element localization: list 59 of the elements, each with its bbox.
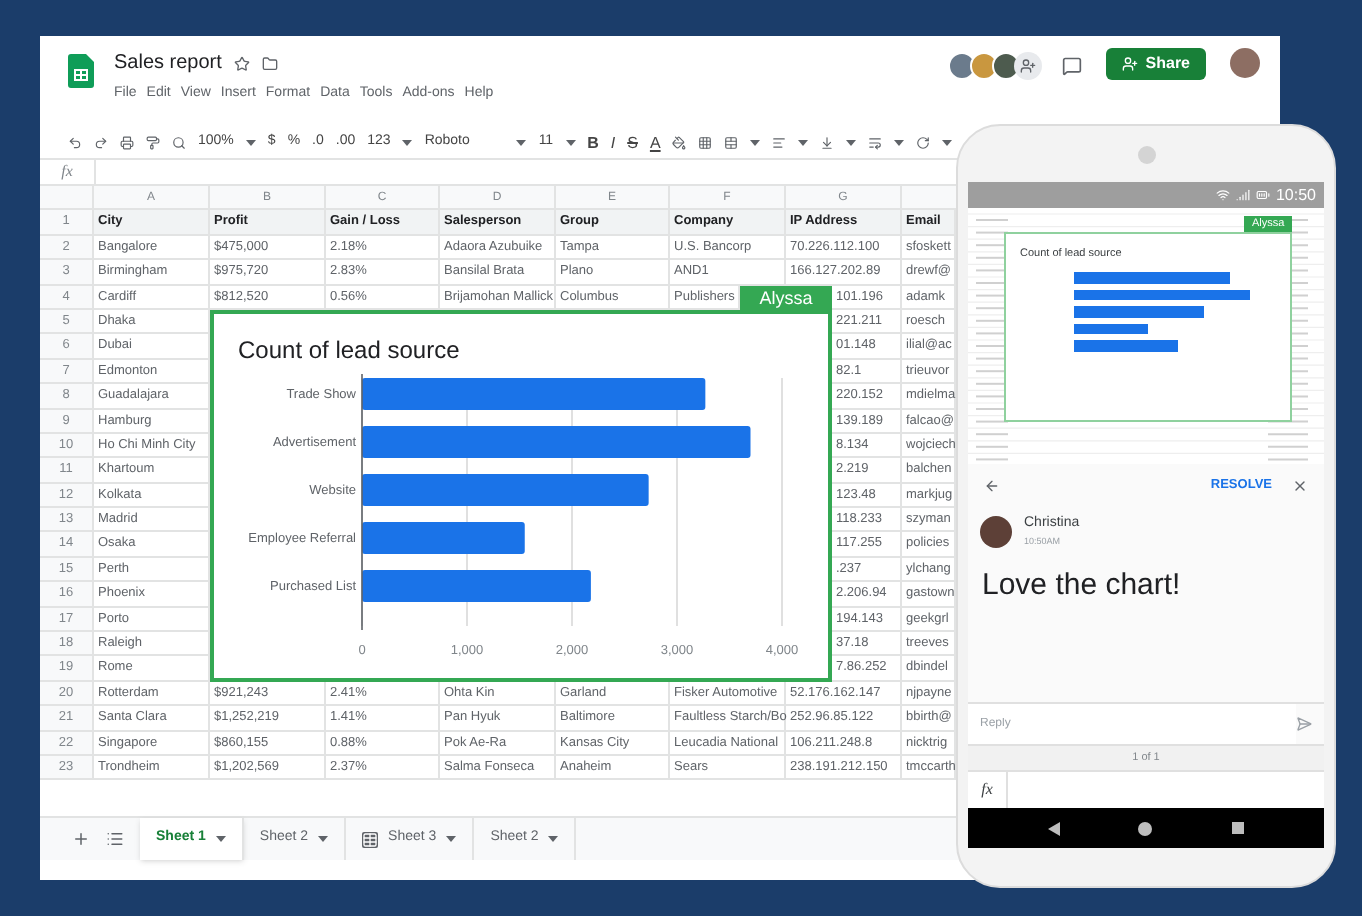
undo-icon[interactable]: [68, 136, 82, 150]
chart-title: Count of lead source: [238, 337, 462, 362]
caret-icon: [894, 140, 905, 146]
caret-icon: [245, 140, 256, 146]
nav-recents-icon[interactable]: [1232, 822, 1245, 834]
paint-format-icon[interactable]: [146, 136, 160, 150]
nav-back-icon[interactable]: [1047, 821, 1060, 835]
people-icon[interactable]: [1013, 52, 1042, 80]
caret-icon: [750, 140, 761, 146]
caret-icon: [402, 140, 413, 146]
mini-chart-bar: [1074, 306, 1204, 318]
caret-icon: [846, 140, 857, 146]
all-sheets-icon[interactable]: [106, 830, 124, 848]
avatar: [980, 515, 1012, 548]
print-icon[interactable]: [120, 136, 134, 150]
caret-icon: [798, 140, 809, 146]
strikethrough-button[interactable]: S: [627, 131, 638, 155]
caret-icon: [446, 836, 457, 842]
comment-icon[interactable]: [1061, 56, 1082, 76]
share-button[interactable]: Share: [1105, 48, 1206, 80]
folder-icon[interactable]: [261, 55, 278, 71]
close-icon[interactable]: [1292, 478, 1308, 494]
person-add-icon: [1121, 56, 1138, 72]
back-icon[interactable]: [984, 478, 1000, 494]
italic-button[interactable]: I: [610, 131, 616, 155]
wrap-text-icon[interactable]: [868, 136, 883, 150]
merge-cells-icon[interactable]: [724, 136, 739, 150]
caret-icon: [516, 140, 527, 146]
add-sheet-icon[interactable]: [72, 830, 90, 848]
mini-chart-bar: [1074, 323, 1148, 335]
caret-icon: [942, 140, 953, 146]
document-title[interactable]: Sales report: [114, 48, 222, 78]
fill-color-icon[interactable]: [672, 136, 687, 150]
caret-icon: [215, 836, 226, 842]
avatar: [947, 52, 976, 80]
star-icon[interactable]: [233, 55, 250, 71]
caret-icon: [565, 140, 576, 146]
caret-icon: [318, 836, 329, 842]
avatar: [1230, 48, 1260, 78]
vertical-align-icon[interactable]: [820, 136, 835, 150]
collaborator-tag: Alyssa: [740, 285, 832, 310]
mini-chart-bar: [1074, 340, 1178, 352]
zoom-icon[interactable]: [172, 136, 186, 150]
sheets-logo-icon: [68, 54, 94, 88]
rotate-icon[interactable]: [916, 136, 931, 150]
status-time: 10:50: [1275, 183, 1316, 207]
wifi-icon: [1215, 188, 1230, 202]
redo-icon[interactable]: [94, 136, 108, 150]
formula-label: fx: [59, 160, 75, 184]
bold-button[interactable]: B: [587, 131, 599, 155]
text-color-button[interactable]: A: [649, 131, 661, 155]
comment-text: Love the chart!: [980, 566, 1183, 607]
borders-icon[interactable]: [698, 136, 713, 150]
battery-icon: [1255, 188, 1270, 202]
align-icon[interactable]: [772, 136, 787, 150]
linked-sheet-icon: [362, 831, 379, 847]
signal-icon: [1235, 188, 1250, 202]
caret-icon: [548, 836, 559, 842]
nav-home-icon[interactable]: [1138, 821, 1153, 835]
